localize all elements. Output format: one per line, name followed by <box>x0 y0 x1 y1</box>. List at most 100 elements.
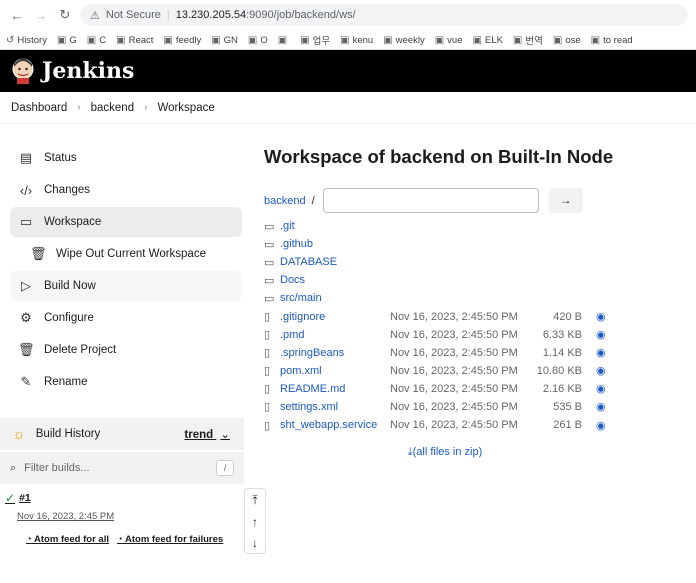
bookmark-item[interactable]: ▣ GN <box>211 35 238 46</box>
path-input[interactable] <box>322 188 539 213</box>
file-size: 1.14 KB <box>542 346 582 359</box>
bookmark-item[interactable]: ▣ C <box>87 35 106 46</box>
go-button[interactable]: → <box>548 188 583 213</box>
filter-builds[interactable]: ⌕ Filter builds... / <box>0 452 244 484</box>
file-name-link[interactable]: .pmd <box>280 329 390 341</box>
file-name-link[interactable]: .springBeans <box>280 347 390 359</box>
file-row: ▯ sht_webapp.service Nov 16, 2023, 2:45:50… <box>264 416 684 434</box>
view-icon[interactable]: ◉ <box>596 346 606 359</box>
file-name-link[interactable]: src/main <box>280 292 390 304</box>
arrow-down-icon[interactable]: ↓ <box>252 536 258 550</box>
bookmark-item[interactable]: ▣ 번역 <box>512 33 543 48</box>
file-name-link[interactable]: .git <box>280 220 390 232</box>
sidebar-item-label: Build Now <box>44 280 96 292</box>
sidebar-item-wipe-out[interactable]: 🗑 Wipe Out Current Workspace <box>22 239 242 269</box>
sidebar-item-status[interactable]: ▤ Status <box>10 143 242 173</box>
rss-icon: ◔ <box>26 534 35 545</box>
play-icon: ▷ <box>21 278 31 293</box>
breadcrumb-dashboard[interactable]: Dashboard <box>11 102 67 114</box>
file-name-link[interactable]: Docs <box>280 274 390 286</box>
file-icon: ▯ <box>264 401 271 414</box>
sidebar-item-workspace[interactable]: ▭ Workspace <box>10 207 242 237</box>
code-icon: ‹/› <box>19 182 33 198</box>
download-zip-link[interactable]: ⤓(all files in zip) <box>300 446 590 459</box>
file-name-link[interactable]: DATABASE <box>280 256 390 268</box>
breadcrumb: Dashboard › backend › Workspace <box>0 92 696 124</box>
build-number-link[interactable]: #1 <box>19 492 31 504</box>
bookmark-item[interactable]: ▣ to read <box>591 35 633 46</box>
file-date: Nov 16, 2023, 2:45:50 PM <box>390 328 518 341</box>
trend-button[interactable]: trend ⌄ <box>184 427 230 441</box>
view-icon[interactable]: ◉ <box>596 382 606 395</box>
sidebar: ▤ Status ‹/› Changes ▭ Workspace 🗑 Wipe … <box>0 143 250 399</box>
file-name-link[interactable]: .github <box>280 238 390 250</box>
view-icon[interactable]: ◉ <box>596 400 606 413</box>
file-row: ▯ .springBeans Nov 16, 2023, 2:45:50 PM 1.1… <box>264 344 684 362</box>
folder-icon: ▭ <box>264 292 275 305</box>
bookmark-item[interactable]: ▣ feedly <box>163 35 201 46</box>
file-row: ▭ Docs <box>264 271 684 289</box>
file-row: ▭ DATABASE <box>264 253 684 271</box>
file-icon: ▯ <box>264 383 271 396</box>
bookmark-item[interactable]: ▣ ose <box>553 35 581 46</box>
sidebar-item-delete-project[interactable]: 🗑 Delete Project <box>10 335 242 365</box>
bookmark-item[interactable]: ▣ React <box>116 35 153 46</box>
arrow-up-icon[interactable]: ↑ <box>252 515 258 529</box>
file-row: ▯ README.md Nov 16, 2023, 2:45:50 PM 2.16 K… <box>264 380 684 398</box>
bookmark-item[interactable]: ▣ <box>278 35 290 46</box>
jenkins-logo-icon[interactable] <box>10 57 36 85</box>
reload-icon[interactable]: ↻ <box>56 7 74 23</box>
sidebar-item-changes[interactable]: ‹/› Changes <box>10 175 242 205</box>
breadcrumb-workspace[interactable]: Workspace <box>157 102 214 114</box>
build-date-link[interactable]: Nov 16, 2023, 2:45 PM <box>5 511 114 522</box>
view-icon[interactable]: ◉ <box>596 328 606 341</box>
app-title[interactable]: Jenkins <box>42 58 134 84</box>
url-bar[interactable]: ⚠ Not Secure | 13.230.205.54:9090/job/ba… <box>80 4 688 26</box>
file-row: ▯ .gitignore Nov 16, 2023, 2:45:50 PM 420 B… <box>264 307 684 325</box>
sidebar-item-configure[interactable]: ⚙ Configure <box>10 303 242 333</box>
search-icon: ⌕ <box>10 461 17 474</box>
bookmark-item[interactable]: ▣ 업무 <box>300 33 330 48</box>
back-icon[interactable]: ← <box>8 8 26 23</box>
file-name-link[interactable]: settings.xml <box>280 401 390 413</box>
sidebar-item-build-now[interactable]: ▷ Build Now <box>10 271 242 301</box>
path-row: backend / → <box>264 188 684 213</box>
bookmark-item[interactable]: ▣ ELK <box>473 35 503 46</box>
rss-icon: ◔ <box>116 534 126 545</box>
view-icon[interactable]: ◉ <box>596 310 606 323</box>
folder-icon: ▭ <box>264 220 275 233</box>
bookmark-item[interactable]: ▣ O <box>248 35 268 46</box>
bookmark-item[interactable]: ▣ vue <box>435 35 463 46</box>
bookmark-item[interactable]: ▣ weekly <box>383 35 425 46</box>
view-icon[interactable]: ◉ <box>596 419 606 432</box>
file-size: 10.80 KB <box>536 364 582 377</box>
sun-icon: ☼ <box>12 425 26 443</box>
file-name-link[interactable]: README.md <box>280 383 390 395</box>
jenkins-header: Jenkins <box>0 50 696 92</box>
sidebar-item-rename[interactable]: ✎ Rename <box>10 367 242 397</box>
bookmark-item[interactable]: ▣ G <box>57 35 77 46</box>
chevron-down-icon: ⌄ <box>220 429 230 441</box>
bookmark-item[interactable]: ▣ kenu <box>340 35 373 46</box>
file-name-link[interactable]: .gitignore <box>280 311 390 323</box>
view-icon[interactable]: ◉ <box>596 364 606 377</box>
security-label: Not Secure <box>105 9 161 21</box>
file-name-link[interactable]: pom.xml <box>280 365 390 377</box>
bookmark-icon: ▣ <box>512 34 523 46</box>
filter-input[interactable]: Filter builds... <box>24 462 89 474</box>
sidebar-item-label: Delete Project <box>44 344 117 356</box>
browser-chrome: ← → ↻ ⚠ Not Secure | 13.230.205.54:9090/… <box>0 0 696 50</box>
path-root-link[interactable]: backend <box>264 195 306 207</box>
file-icon: ▯ <box>264 311 271 324</box>
bookmark-icon: ▣ <box>552 34 563 46</box>
scroll-top-icon[interactable]: ⤒ <box>252 493 257 508</box>
trash-icon: 🗑 <box>30 246 47 261</box>
file-date: Nov 16, 2023, 2:45:50 PM <box>390 364 518 377</box>
file-name-link[interactable]: sht_webapp.service <box>280 419 390 431</box>
atom-feed-all-link[interactable]: ◔ Atom feed for all <box>26 534 109 545</box>
bookmark-icon: ▣ <box>56 34 67 46</box>
atom-feed-failures-link[interactable]: ◔ Atom feed for failures <box>117 534 223 545</box>
forward-icon[interactable]: → <box>32 8 50 23</box>
breadcrumb-backend[interactable]: backend <box>91 102 134 114</box>
bookmark-item[interactable]: ↺ History <box>6 35 47 46</box>
